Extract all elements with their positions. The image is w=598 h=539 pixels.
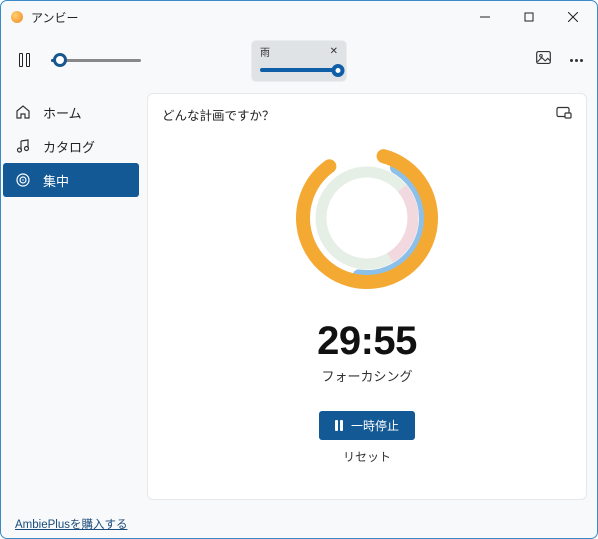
maximize-icon [524, 12, 534, 22]
window-controls [463, 2, 595, 32]
footer: AmbiePlusを購入する [1, 510, 597, 538]
plan-prompt[interactable]: どんな計画ですか？ [162, 105, 275, 124]
sidebar-item-label: 集中 [43, 171, 69, 190]
app-body: ホーム カタログ 集中 どんな計画ですか？ [1, 87, 597, 510]
close-icon [568, 12, 578, 22]
sidebar-item-focus[interactable]: 集中 [3, 163, 139, 197]
main-area: どんな計画ですか？ [141, 87, 597, 510]
more-options-button[interactable] [570, 59, 583, 62]
home-icon [15, 104, 31, 120]
focus-progress-dial [292, 143, 442, 293]
app-title: アンビー [31, 9, 79, 26]
purchase-link[interactable]: AmbiePlusを購入する [15, 516, 127, 532]
sound-name-label: 雨 [260, 44, 270, 59]
background-image-button[interactable] [535, 49, 552, 71]
pause-button-label: 一時停止 [351, 417, 399, 434]
playback-pause-button[interactable] [15, 51, 33, 69]
sidebar-item-catalog[interactable]: カタログ [3, 129, 139, 163]
close-button[interactable] [551, 2, 595, 32]
pause-button[interactable]: 一時停止 [319, 411, 415, 440]
target-icon [15, 172, 31, 188]
sidebar-item-label: カタログ [43, 137, 95, 156]
toolbar: 雨 ✕ [1, 33, 597, 87]
reset-button[interactable]: リセット [343, 448, 391, 465]
titlebar: アンビー [1, 1, 597, 33]
pause-icon [335, 420, 343, 431]
compact-view-button[interactable] [556, 104, 572, 125]
pip-icon [556, 104, 572, 120]
master-volume-slider[interactable] [51, 51, 141, 69]
timer-display: 29:55 [162, 319, 572, 364]
minimize-icon [480, 12, 490, 22]
picture-icon [535, 49, 552, 66]
focus-card: どんな計画ですか？ [147, 93, 587, 500]
sound-volume-slider[interactable] [260, 63, 338, 77]
sound-volume-popup: 雨 ✕ [252, 41, 346, 81]
sound-popup-close-button[interactable]: ✕ [330, 47, 338, 57]
app-window: アンビー 雨 ✕ [0, 0, 598, 539]
music-note-icon [15, 138, 31, 154]
sidebar-item-label: ホーム [43, 103, 82, 122]
maximize-button[interactable] [507, 2, 551, 32]
sidebar: ホーム カタログ 集中 [1, 87, 141, 510]
app-logo-icon [11, 11, 23, 23]
minimize-button[interactable] [463, 2, 507, 32]
phase-label: フォーカシング [162, 366, 572, 385]
sidebar-item-home[interactable]: ホーム [3, 95, 139, 129]
